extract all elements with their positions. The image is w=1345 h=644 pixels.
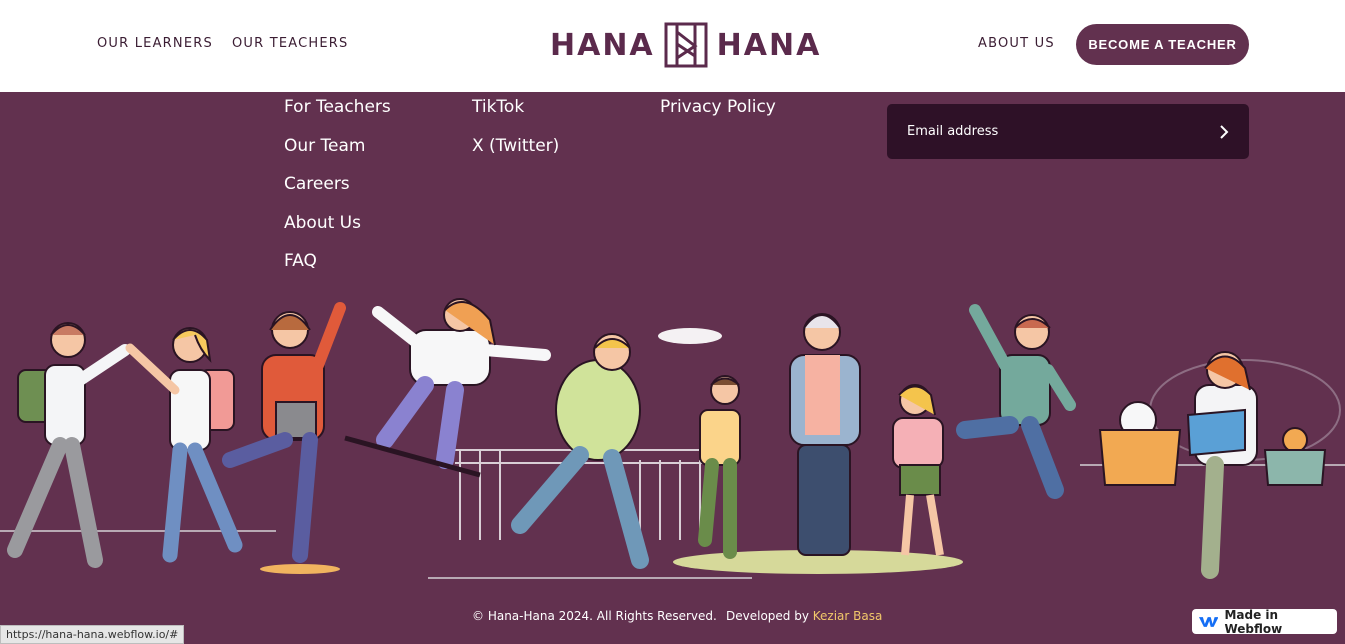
developed-by-prefix: Developed by (726, 609, 809, 623)
person-girl-pink-top (892, 384, 944, 556)
community-illustration (0, 298, 1345, 579)
nav-our-learners[interactable]: OUR LEARNERS (97, 36, 213, 51)
webflow-badge-label: Made in Webflow (1224, 607, 1283, 636)
logo-mark-icon (664, 22, 708, 68)
developed-by-text: Developed by Keziar Basa (726, 609, 882, 623)
logo-text-left: HANA (550, 27, 655, 63)
dog-reading (1098, 401, 1182, 486)
made-in-webflow-badge[interactable]: Made in Webflow (1192, 607, 1337, 636)
top-navigation-bar: OUR LEARNERS OUR TEACHERS HANA HANA ABOU… (0, 0, 1345, 92)
logo-text-right: HANA (716, 27, 822, 63)
person-girl-glasses-red-jacket (222, 302, 346, 563)
footer-link-faq[interactable]: FAQ (284, 251, 317, 271)
browser-status-url: https://hana-hana.webflow.io/# (0, 625, 185, 644)
nav-about-us[interactable]: ABOUT US (978, 36, 1055, 51)
hana-hana-logo[interactable]: HANA HANA (550, 22, 821, 68)
webflow-logo-icon (1199, 616, 1219, 627)
footer-link-tiktok[interactable]: TikTok (472, 97, 524, 117)
person-jogger (511, 333, 649, 569)
footer-link-our-team[interactable]: Our Team (284, 136, 365, 156)
newsletter-form (887, 104, 1249, 159)
nav-our-teachers[interactable]: OUR TEACHERS (232, 36, 348, 51)
footer-link-privacy-policy[interactable]: Privacy Policy (660, 97, 776, 117)
person-boy-green-backpack (7, 322, 131, 568)
person-girl-high-five (125, 327, 243, 563)
person-boy-yellow-shirt (698, 375, 741, 559)
ground-patch-left (260, 564, 340, 574)
cat-reading (1263, 427, 1327, 486)
footer-link-for-teachers[interactable]: For Teachers (284, 97, 391, 117)
developer-link[interactable]: Keziar Basa (813, 609, 883, 623)
become-a-teacher-button[interactable]: BECOME A TEACHER (1076, 24, 1249, 65)
email-submit-button[interactable] (1199, 104, 1249, 159)
footer-link-careers[interactable]: Careers (284, 174, 350, 194)
copyright-text: © Hana-Hana 2024. All Rights Reserved. (472, 609, 717, 623)
person-jumping-boy (956, 304, 1076, 499)
cloud (658, 328, 722, 344)
footer-link-about-us[interactable]: About Us (284, 213, 361, 233)
person-grandmother (789, 313, 861, 556)
person-skateboarder (344, 298, 551, 478)
email-address-input[interactable] (887, 104, 1197, 159)
footer-link-x-twitter[interactable]: X (Twitter) (472, 136, 559, 156)
chevron-right-icon (1220, 124, 1229, 139)
person-girl-reading (1186, 351, 1258, 579)
